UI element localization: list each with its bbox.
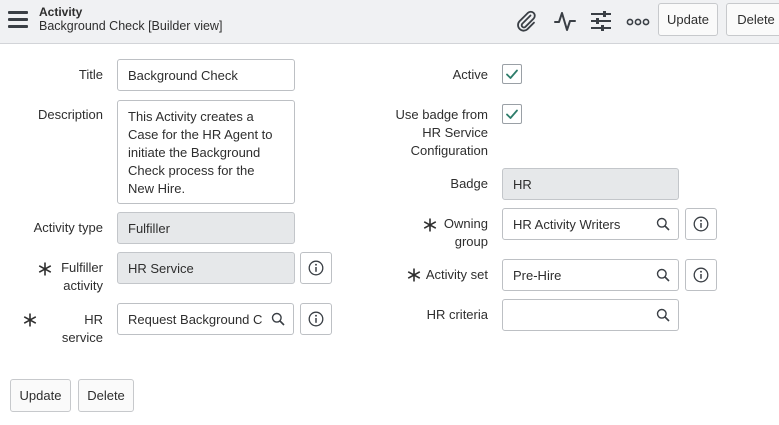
description-label: Description: [37, 107, 103, 122]
title-label: Title: [78, 67, 103, 82]
owning-group-label-line2: group: [454, 234, 488, 249]
info-icon: [693, 216, 709, 232]
info-icon: [308, 311, 324, 327]
header-delete-button[interactable]: Delete: [726, 3, 779, 36]
use-badge-label-line1: Use badge from: [395, 107, 489, 122]
footer-delete-button[interactable]: Delete: [78, 379, 134, 412]
required-asterisk-icon: [407, 268, 421, 282]
activity-pulse-icon[interactable]: [553, 9, 577, 33]
info-icon: [308, 260, 324, 276]
required-asterisk-icon: [23, 313, 37, 327]
use-badge-checkbox[interactable]: [502, 104, 522, 124]
hr-criteria-lookup-button[interactable]: [647, 299, 679, 331]
fulfiller-activity-label: Fulfiller activity: [40, 259, 103, 295]
form-title: Activity: [39, 5, 83, 19]
activity-type-field: Fulfiller: [117, 212, 295, 244]
owning-group-info-button[interactable]: [685, 208, 717, 240]
owning-group-lookup-button[interactable]: [647, 208, 679, 240]
form-header: Activity Background Check [Builder view]…: [0, 0, 779, 44]
hr-service-lookup-button[interactable]: [262, 303, 294, 335]
owning-group-field[interactable]: HR Activity Writers: [502, 208, 648, 240]
description-field[interactable]: This Activity creates a Case for the HR …: [117, 100, 295, 204]
search-icon: [656, 308, 670, 322]
sliders-icon[interactable]: [589, 9, 613, 33]
badge-label: Badge: [450, 176, 488, 191]
activity-set-field[interactable]: Pre-Hire: [502, 259, 648, 291]
fulfiller-activity-label-line2: activity: [63, 278, 103, 293]
owning-group-label: Owning group: [440, 215, 488, 251]
use-badge-label-line2: HR Service: [422, 125, 488, 140]
title-field[interactable]: Background Check: [117, 59, 295, 91]
search-icon: [656, 217, 670, 231]
required-asterisk-icon: [423, 218, 437, 232]
activity-type-label: Activity type: [33, 220, 103, 235]
hr-service-label: HR service: [61, 312, 103, 345]
fulfiller-activity-label-line1: Fulfiller: [61, 260, 103, 275]
hr-criteria-field[interactable]: [502, 299, 648, 331]
owning-group-label-line1: Owning: [443, 216, 488, 231]
hr-criteria-label: HR criteria: [426, 307, 488, 322]
menu-icon[interactable]: [8, 11, 28, 29]
use-badge-label-line3: Configuration: [410, 143, 488, 158]
hr-service-info-button[interactable]: [300, 303, 332, 335]
checkmark-icon: [506, 109, 518, 119]
use-badge-label: Use badge from HR Service Configuration: [370, 106, 489, 160]
more-options-icon[interactable]: [626, 9, 650, 33]
activity-set-info-button[interactable]: [685, 259, 717, 291]
activity-set-label: Activity set: [425, 267, 488, 282]
badge-field: HR: [502, 168, 679, 200]
hr-service-field[interactable]: Request Background Check: [117, 303, 263, 335]
header-update-button[interactable]: Update: [658, 3, 718, 36]
search-icon: [656, 268, 670, 282]
active-label: Active: [452, 67, 488, 82]
fulfiller-activity-field: HR Service: [117, 252, 295, 284]
info-icon: [693, 267, 709, 283]
checkmark-icon: [506, 69, 518, 79]
activity-set-lookup-button[interactable]: [647, 259, 679, 291]
fulfiller-activity-info-button[interactable]: [300, 252, 332, 284]
footer-update-button[interactable]: Update: [10, 379, 71, 412]
form-subtitle: Background Check [Builder view]: [39, 19, 223, 33]
search-icon: [271, 312, 285, 326]
active-checkbox[interactable]: [502, 64, 522, 84]
paperclip-icon[interactable]: [514, 9, 538, 33]
